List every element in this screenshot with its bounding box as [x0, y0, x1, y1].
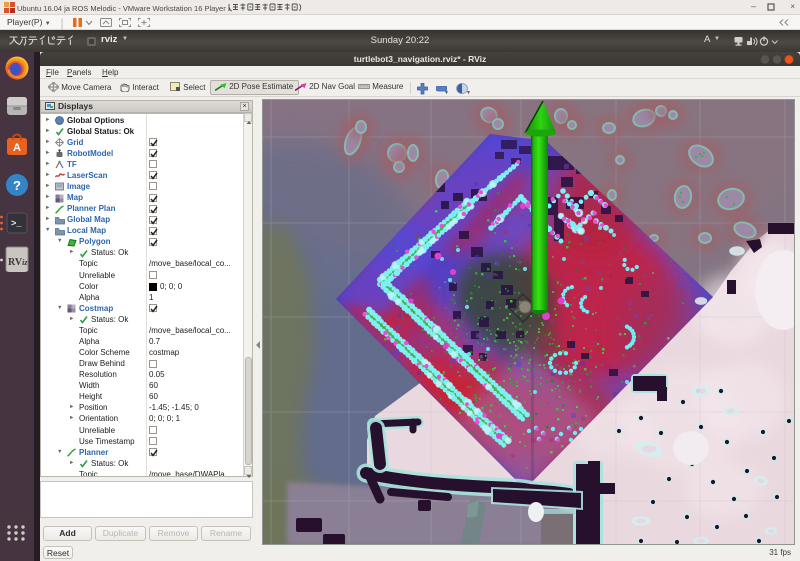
- svg-text:?: ?: [13, 178, 21, 193]
- svg-text:A: A: [13, 142, 21, 154]
- svg-text:>_: >_: [11, 219, 22, 229]
- svg-text:RViz: RViz: [8, 257, 28, 268]
